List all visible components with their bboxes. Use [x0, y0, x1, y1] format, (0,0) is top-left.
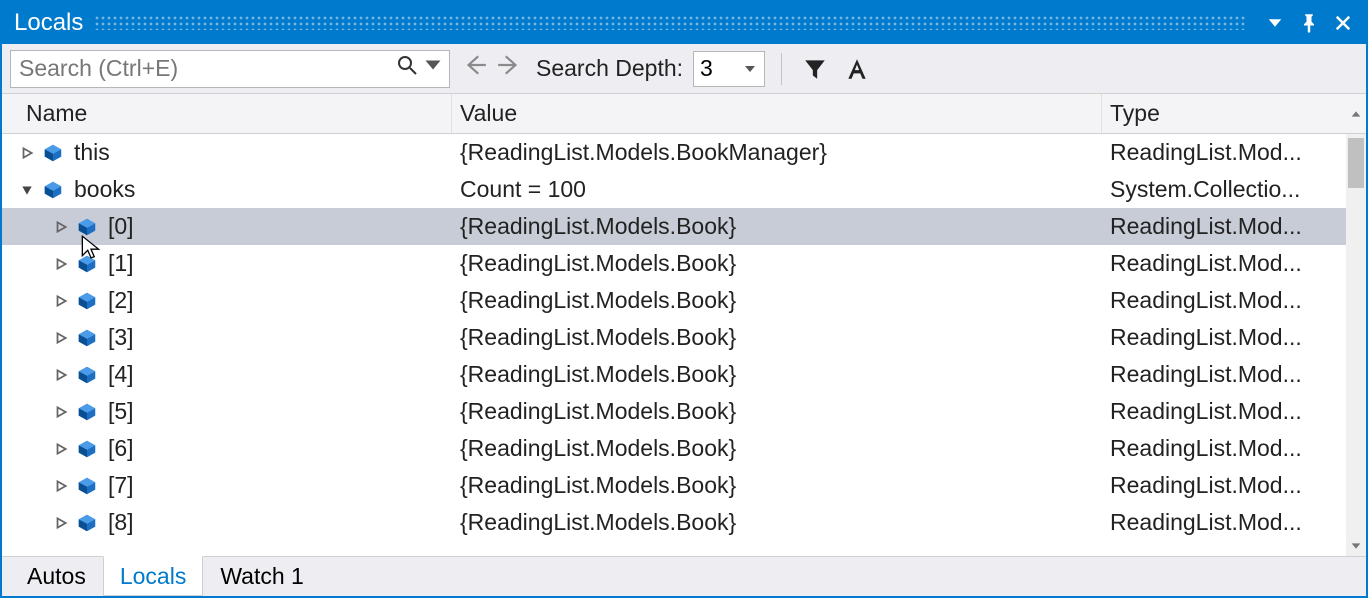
- row-value: {ReadingList.Models.Book}: [452, 287, 1102, 314]
- column-header-type[interactable]: Type: [1102, 94, 1346, 133]
- object-icon: [76, 290, 98, 312]
- toolbar: Search Depth: 3: [2, 44, 1366, 94]
- object-icon: [42, 179, 64, 201]
- row-name: [8]: [108, 509, 134, 536]
- row-name: [3]: [108, 324, 134, 351]
- pin-button[interactable]: [1292, 6, 1326, 40]
- row-value: {ReadingList.Models.Book}: [452, 435, 1102, 462]
- row-type: ReadingList.Mod...: [1102, 435, 1346, 462]
- tab-watch-1[interactable]: Watch 1: [203, 557, 321, 596]
- row-type: ReadingList.Mod...: [1102, 139, 1346, 166]
- column-header-value[interactable]: Value: [452, 94, 1102, 133]
- expander-icon[interactable]: [52, 477, 70, 495]
- row-value: {ReadingList.Models.Book}: [452, 213, 1102, 240]
- row-name: [0]: [108, 213, 134, 240]
- title-label: Locals: [14, 9, 83, 37]
- object-icon: [76, 401, 98, 423]
- title-grip[interactable]: [95, 2, 1246, 44]
- object-icon: [76, 475, 98, 497]
- row-type: ReadingList.Mod...: [1102, 509, 1346, 536]
- expander-icon[interactable]: [52, 329, 70, 347]
- search-forward-button[interactable]: [496, 52, 522, 85]
- row-type: ReadingList.Mod...: [1102, 287, 1346, 314]
- titlebar: Locals: [2, 2, 1366, 44]
- grid-body: this{ReadingList.Models.BookManager}Read…: [2, 134, 1366, 556]
- row-name: [7]: [108, 472, 134, 499]
- expander-icon[interactable]: [52, 366, 70, 384]
- table-row[interactable]: [2] {ReadingList.Models.Book}ReadingList.…: [2, 282, 1346, 319]
- search-box[interactable]: [10, 50, 450, 88]
- row-value: Count = 100: [452, 176, 1102, 203]
- vertical-scrollbar[interactable]: [1346, 134, 1366, 556]
- row-name: [1]: [108, 250, 134, 277]
- search-dropdown-icon[interactable]: [421, 53, 445, 84]
- expander-icon[interactable]: [52, 255, 70, 273]
- row-type: ReadingList.Mod...: [1102, 472, 1346, 499]
- search-depth-select[interactable]: 3: [693, 51, 765, 87]
- scrollbar-thumb[interactable]: [1348, 138, 1364, 188]
- row-name: [4]: [108, 361, 134, 388]
- row-type: ReadingList.Mod...: [1102, 361, 1346, 388]
- table-row[interactable]: [4] {ReadingList.Models.Book}ReadingList.…: [2, 356, 1346, 393]
- row-type: System.Collectio...: [1102, 176, 1346, 203]
- object-icon: [76, 438, 98, 460]
- object-icon: [76, 327, 98, 349]
- table-row[interactable]: this {ReadingList.Models.BookManager}Read…: [2, 134, 1346, 171]
- search-depth-value: 3: [700, 55, 713, 82]
- search-back-button[interactable]: [462, 52, 488, 85]
- locals-window: Locals: [0, 0, 1368, 598]
- row-name: [2]: [108, 287, 134, 314]
- toolbar-separator: [781, 53, 782, 85]
- row-type: ReadingList.Mod...: [1102, 213, 1346, 240]
- expander-icon[interactable]: [18, 181, 36, 199]
- row-name: books: [74, 176, 135, 203]
- scroll-down-icon[interactable]: [1346, 536, 1366, 556]
- filter-icon[interactable]: [798, 52, 832, 86]
- object-icon: [76, 216, 98, 238]
- row-value: {ReadingList.Models.Book}: [452, 361, 1102, 388]
- search-input[interactable]: [19, 55, 395, 82]
- expander-icon[interactable]: [52, 514, 70, 532]
- window-menu-button[interactable]: [1258, 6, 1292, 40]
- table-row[interactable]: [1] {ReadingList.Models.Book}ReadingList.…: [2, 245, 1346, 282]
- tab-locals[interactable]: Locals: [103, 556, 203, 596]
- row-name: this: [74, 139, 110, 166]
- column-header-name[interactable]: Name: [18, 94, 452, 133]
- grid-header: Name Value Type: [2, 94, 1366, 134]
- table-row[interactable]: [5] {ReadingList.Models.Book}ReadingList.…: [2, 393, 1346, 430]
- row-value: {ReadingList.Models.BookManager}: [452, 139, 1102, 166]
- row-value: {ReadingList.Models.Book}: [452, 472, 1102, 499]
- table-row[interactable]: books Count = 100System.Collectio...: [2, 171, 1346, 208]
- object-icon: [76, 364, 98, 386]
- row-type: ReadingList.Mod...: [1102, 250, 1346, 277]
- object-icon: [76, 512, 98, 534]
- search-icon[interactable]: [395, 53, 419, 84]
- expander-icon[interactable]: [18, 144, 36, 162]
- table-row[interactable]: [3] {ReadingList.Models.Book}ReadingList.…: [2, 319, 1346, 356]
- row-value: {ReadingList.Models.Book}: [452, 509, 1102, 536]
- font-icon[interactable]: [840, 52, 874, 86]
- object-icon: [76, 253, 98, 275]
- scroll-up-icon[interactable]: [1346, 94, 1366, 133]
- tab-autos[interactable]: Autos: [10, 557, 103, 596]
- table-row[interactable]: [7] {ReadingList.Models.Book}ReadingList.…: [2, 467, 1346, 504]
- row-value: {ReadingList.Models.Book}: [452, 250, 1102, 277]
- row-type: ReadingList.Mod...: [1102, 324, 1346, 351]
- row-name: [6]: [108, 435, 134, 462]
- expander-icon[interactable]: [52, 403, 70, 421]
- expander-icon[interactable]: [52, 218, 70, 236]
- table-row[interactable]: [0] {ReadingList.Models.Book}ReadingList.…: [2, 208, 1346, 245]
- expander-icon[interactable]: [52, 440, 70, 458]
- table-row[interactable]: [8] {ReadingList.Models.Book}ReadingList.…: [2, 504, 1346, 541]
- row-name: [5]: [108, 398, 134, 425]
- row-type: ReadingList.Mod...: [1102, 398, 1346, 425]
- tab-strip: AutosLocalsWatch 1: [2, 556, 1366, 596]
- search-depth-label: Search Depth:: [534, 55, 685, 82]
- row-value: {ReadingList.Models.Book}: [452, 398, 1102, 425]
- table-row[interactable]: [6] {ReadingList.Models.Book}ReadingList.…: [2, 430, 1346, 467]
- close-button[interactable]: [1326, 6, 1360, 40]
- expander-icon[interactable]: [52, 292, 70, 310]
- row-value: {ReadingList.Models.Book}: [452, 324, 1102, 351]
- object-icon: [42, 142, 64, 164]
